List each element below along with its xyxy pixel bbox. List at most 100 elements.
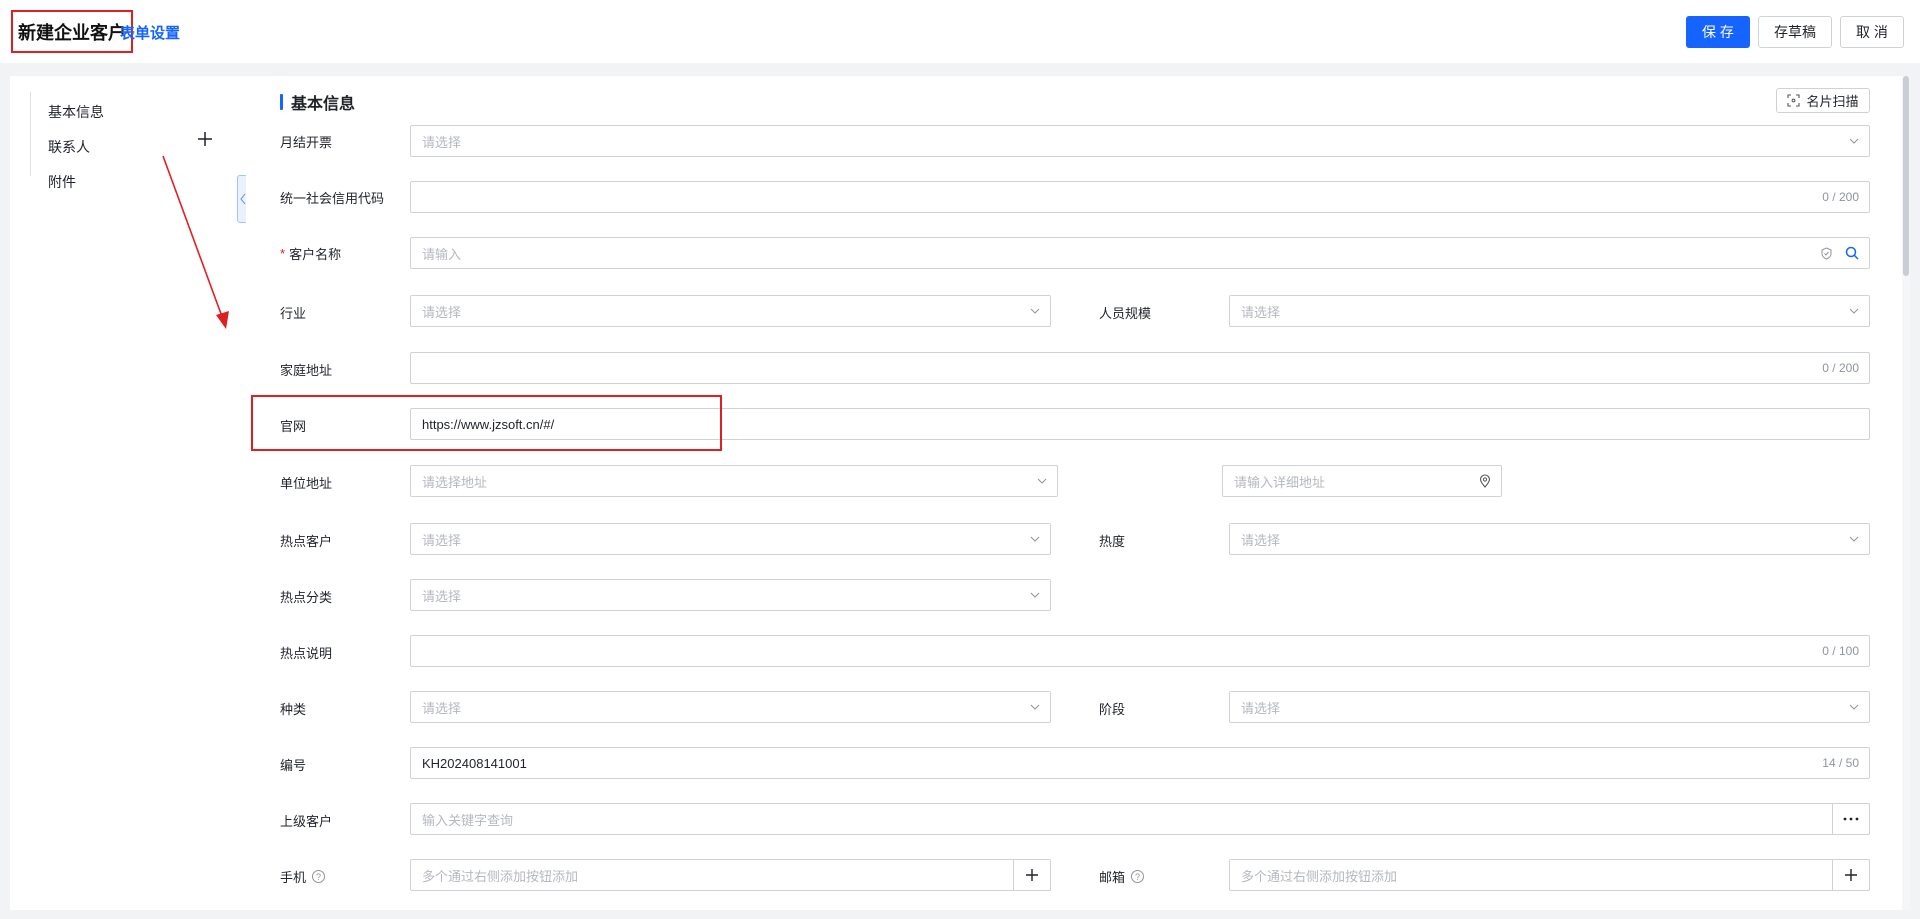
placeholder: 请选择 [422,304,462,320]
help-icon[interactable]: ? [312,870,326,883]
scan-icon [1787,94,1801,107]
label-text: 邮箱 [1099,870,1126,885]
nav-item-basic-info[interactable]: 基本信息 [48,102,104,122]
label-industry: 行业 [280,303,306,322]
chevron-down-icon [1849,704,1859,710]
placeholder: 输入关键字查询 [422,812,514,828]
business-card-scan-button[interactable]: 名片扫描 [1776,88,1870,113]
label-hot-customer: 热点客户 [280,531,332,550]
add-mobile-button[interactable] [1013,859,1051,891]
label-number: 编号 [280,755,306,774]
input-value: KH202408141001 [422,755,527,771]
kind-select[interactable]: 请选择 [410,691,1051,723]
more-horizontal-icon [1843,817,1859,821]
parent-customer-input[interactable]: 输入关键字查询 [410,803,1870,835]
placeholder: 请选择地址 [422,474,488,490]
label-text: 热点说明 [280,646,333,661]
char-counter: 14 / 50 [1822,756,1859,770]
char-counter: 0 / 200 [1822,361,1859,375]
nav-item-attachments[interactable]: 附件 [48,172,76,192]
staff-size-select[interactable]: 请选择 [1229,295,1870,327]
monthly-invoice-select[interactable]: 请选择 [410,125,1870,157]
page-header: 新建企业客户 表单设置 保 存 存草稿 取 消 [0,0,1920,63]
label-text: 人员规模 [1099,306,1152,321]
label-kind: 种类 [280,699,306,718]
plus-icon [1026,869,1038,881]
website-input[interactable]: https://www.jzsoft.cn/#/ [410,408,1870,440]
label-text: 编号 [280,758,307,773]
placeholder: 多个通过右侧添加按钮添加 [422,868,579,884]
label-text: 热度 [1099,534,1126,549]
input-value: https://www.jzsoft.cn/#/ [422,416,555,432]
search-icon[interactable] [1845,246,1859,260]
label-text: 热点客户 [280,534,333,549]
hot-description-input[interactable]: 0 / 100 [410,635,1870,667]
label-heat: 热度 [1099,531,1125,550]
stage-select[interactable]: 请选择 [1229,691,1870,723]
mobile-input[interactable]: 多个通过右侧添加按钮添加 [410,859,1051,891]
placeholder: 请选择 [422,134,462,150]
form-settings-link[interactable]: 表单设置 [120,22,180,43]
label-text: 家庭地址 [280,363,333,378]
label-text: 上级客户 [280,814,333,829]
scrollbar-thumb[interactable] [1903,76,1909,276]
credit-code-input[interactable]: 0 / 200 [410,181,1870,213]
label-parent-customer: 上级客户 [280,811,332,830]
add-contact-icon[interactable] [196,130,214,148]
cancel-button[interactable]: 取 消 [1840,16,1904,48]
hot-category-select[interactable]: 请选择 [410,579,1051,611]
help-icon[interactable]: ? [1131,870,1145,883]
company-address-select[interactable]: 请选择地址 [410,465,1058,497]
chevron-down-icon [1030,592,1040,598]
label-home-address: 家庭地址 [280,360,332,379]
customer-name-input[interactable]: 请输入 [410,237,1870,269]
save-button[interactable]: 保 存 [1686,16,1750,48]
heat-select[interactable]: 请选择 [1229,523,1870,555]
add-email-button[interactable] [1832,859,1870,891]
label-website: 官网 [280,416,306,435]
label-text: 行业 [280,306,307,321]
detail-address-input[interactable]: 请输入详细地址 [1222,465,1502,497]
label-customer-name: * 客户名称 [280,244,341,263]
chevron-down-icon [1849,536,1859,542]
email-input[interactable]: 多个通过右侧添加按钮添加 [1229,859,1870,891]
char-counter: 0 / 200 [1822,190,1859,204]
placeholder: 请选择 [422,532,462,548]
placeholder: 请选择 [1241,532,1281,548]
label-text: 手机 [280,870,307,885]
label-text: 热点分类 [280,590,333,605]
chevron-down-icon [1849,138,1859,144]
scan-button-label: 名片扫描 [1806,94,1859,109]
home-address-input[interactable]: 0 / 200 [410,352,1870,384]
page-title: 新建企业客户 [18,22,126,43]
label-stage: 阶段 [1099,699,1125,718]
number-input[interactable]: KH202408141001 14 / 50 [410,747,1870,779]
label-mobile: 手机? [280,867,326,886]
required-mark: * [280,246,286,261]
nav-item-contacts[interactable]: 联系人 [48,137,90,157]
more-options-button[interactable] [1832,803,1870,835]
placeholder: 多个通过右侧添加按钮添加 [1241,868,1398,884]
placeholder: 请输入 [422,246,462,262]
scrollbar[interactable] [1902,76,1910,910]
section-heading-marker [280,94,283,110]
label-text: 客户名称 [289,247,342,262]
label-company-address: 单位地址 [280,473,332,492]
chevron-down-icon [1030,704,1040,710]
chevron-down-icon [1037,478,1047,484]
label-text: 单位地址 [280,476,333,491]
label-hot-category: 热点分类 [280,587,332,606]
save-draft-button[interactable]: 存草稿 [1758,16,1832,48]
shield-icon[interactable] [1820,246,1833,260]
label-text: 统一社会信用代码 [280,191,385,206]
industry-select[interactable]: 请选择 [410,295,1051,327]
chevron-down-icon [1030,308,1040,314]
section-heading-text: 基本信息 [291,96,356,113]
hot-customer-select[interactable]: 请选择 [410,523,1051,555]
location-pin-icon[interactable] [1479,474,1491,488]
char-counter: 0 / 100 [1822,644,1859,658]
placeholder: 请选择 [1241,304,1281,320]
nav-divider [30,92,31,176]
placeholder: 请选择 [422,588,462,604]
label-credit-code: 统一社会信用代码 [280,188,384,207]
